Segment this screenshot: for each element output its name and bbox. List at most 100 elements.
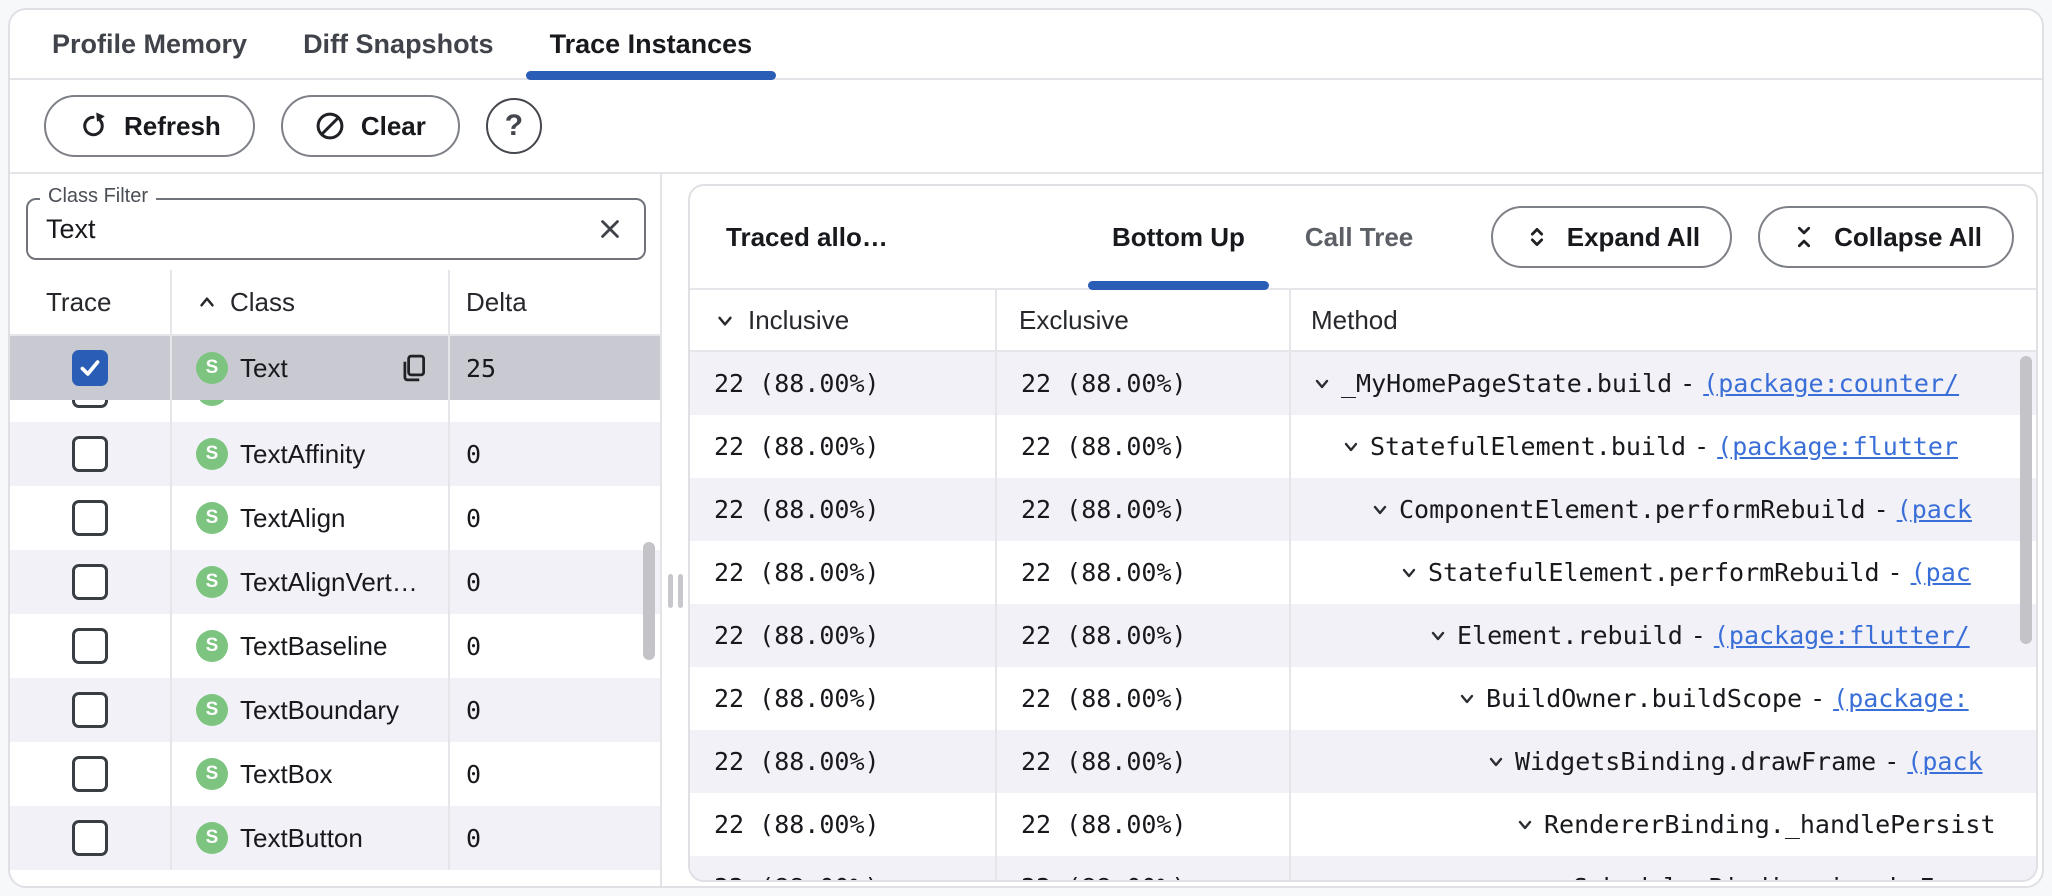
tree-row[interactable]: 22 (88.00%) 22 (88.00%) Element.rebuild …	[690, 604, 2036, 667]
sort-ascending-icon	[196, 291, 218, 313]
refresh-button-label: Refresh	[124, 111, 221, 142]
tab-call-tree[interactable]: Call Tree	[1275, 186, 1443, 288]
splitter-drag-handle[interactable]	[668, 574, 683, 608]
devtools-memory-window: Profile Memory Diff Snapshots Trace Inst…	[8, 8, 2044, 888]
expander-chevron-icon[interactable]	[1514, 814, 1536, 836]
help-button[interactable]: ?	[486, 98, 542, 154]
left-panel-scrollbar-thumb[interactable]	[643, 542, 655, 660]
block-icon	[315, 111, 345, 141]
package-link[interactable]: (package:counter/	[1703, 369, 1959, 398]
method-name: WidgetsBinding.drawFrame	[1515, 747, 1876, 776]
package-link[interactable]: (package:flutter	[1717, 432, 1958, 461]
column-header-trace[interactable]: Trace	[10, 270, 170, 334]
package-link[interactable]: (package:	[1833, 684, 1968, 713]
expander-chevron-icon[interactable]	[1311, 373, 1333, 395]
package-link[interactable]: (pack	[1907, 747, 1982, 776]
trace-cell	[10, 422, 170, 486]
method-cell: Element.rebuild - (package:flutter/	[1289, 604, 2036, 667]
question-mark-icon: ?	[505, 109, 523, 143]
trace-checkbox[interactable]	[72, 436, 108, 472]
tree-row[interactable]: 22 (88.00%) 22 (88.00%) StatefulElement.…	[690, 541, 2036, 604]
trace-checkbox[interactable]	[72, 692, 108, 728]
collapse-all-button[interactable]: Collapse All	[1758, 206, 2014, 268]
trace-checkbox[interactable]	[72, 564, 108, 600]
tree-row[interactable]: 22 (88.00%) 22 (88.00%) _MyHomePageState…	[690, 352, 2036, 415]
class-name: TextButton	[240, 823, 363, 854]
class-name: TextAlign	[240, 503, 346, 534]
inclusive-cell: 22 (88.00%)	[690, 856, 995, 882]
trace-cell	[10, 742, 170, 806]
refresh-icon	[78, 111, 108, 141]
column-header-inclusive[interactable]: Inclusive	[690, 290, 995, 350]
class-filter-field[interactable]: Class Filter Text	[26, 198, 646, 260]
column-header-exclusive[interactable]: Exclusive	[995, 290, 1289, 350]
tree-table-header: Inclusive Exclusive Method	[690, 290, 2036, 352]
column-header-delta[interactable]: Delta	[450, 270, 660, 334]
column-header-method[interactable]: Method	[1289, 290, 2036, 350]
method-cell: StatefulElement.build - (package:flutter	[1289, 415, 2036, 478]
tab-bottom-up-label: Bottom Up	[1112, 222, 1245, 253]
class-row-text-pinned[interactable]: S Text 25	[10, 336, 660, 400]
class-name: SelectableText	[240, 400, 409, 406]
tree-row[interactable]: 22 (88.00%) 22 (88.00%) StatefulElement.…	[690, 415, 2036, 478]
class-kind-badge: S	[196, 630, 228, 662]
refresh-button[interactable]: Refresh	[44, 95, 255, 157]
trace-body: Class Filter Text Trace	[10, 174, 2042, 886]
inclusive-cell: 22 (88.00%)	[690, 541, 995, 604]
tab-bottom-up[interactable]: Bottom Up	[1082, 186, 1275, 288]
trace-checkbox[interactable]	[72, 400, 108, 408]
class-filter-value[interactable]: Text	[46, 214, 594, 245]
tree-row[interactable]: 22 (88.00%) 22 (88.00%) WidgetsBinding.d…	[690, 730, 2036, 793]
delta-cell: 0	[450, 806, 660, 870]
class-kind-badge: S	[196, 694, 228, 726]
trace-checkbox[interactable]	[72, 500, 108, 536]
tree-row[interactable]: 22 (88.00%) 22 (88.00%) BuildOwner.build…	[690, 667, 2036, 730]
class-kind-badge: S	[196, 566, 228, 598]
tab-trace-instances[interactable]: Trace Instances	[522, 10, 781, 78]
trace-cell	[10, 806, 170, 870]
class-cell: S TextButton	[170, 806, 450, 870]
package-link[interactable]: (pac	[1911, 558, 1971, 587]
clear-button[interactable]: Clear	[281, 95, 460, 157]
delta-cell: 0	[450, 678, 660, 742]
expand-all-button[interactable]: Expand All	[1491, 206, 1732, 268]
package-link[interactable]: (package:flutter/	[1714, 621, 1970, 650]
tree-row[interactable]: 22 (88.00%) 22 (88.00%) RendererBinding.…	[690, 793, 2036, 856]
tab-profile-memory-label: Profile Memory	[52, 29, 247, 60]
method-cell: WidgetsBinding.drawFrame - (pack	[1289, 730, 2036, 793]
class-row-textbutton[interactable]: S TextButton 0	[10, 806, 660, 870]
trace-checkbox[interactable]	[72, 628, 108, 664]
expander-chevron-icon[interactable]	[1340, 436, 1362, 458]
tree-row[interactable]: 22 (88.00%) 22 (88.00%) SchedulerBinding…	[690, 856, 2036, 882]
trace-checkbox[interactable]	[72, 756, 108, 792]
class-row-selectabletext[interactable]: S SelectableText	[10, 400, 660, 422]
copy-icon[interactable]	[398, 353, 428, 383]
tab-diff-snapshots[interactable]: Diff Snapshots	[275, 10, 522, 78]
expander-chevron-icon[interactable]	[1485, 751, 1507, 773]
tree-scrollbar-thumb[interactable]	[2020, 356, 2032, 644]
traced-allocations-header: Traced allo… Bottom Up Call Tree E	[690, 186, 2036, 290]
class-row-textboundary[interactable]: S TextBoundary 0	[10, 678, 660, 742]
tree-row[interactable]: 22 (88.00%) 22 (88.00%) ComponentElement…	[690, 478, 2036, 541]
class-row-textalign[interactable]: S TextAlign 0	[10, 486, 660, 550]
column-header-class[interactable]: Class	[170, 270, 450, 334]
expander-chevron-icon[interactable]	[1427, 625, 1449, 647]
tab-profile-memory[interactable]: Profile Memory	[24, 10, 275, 78]
expander-chevron-icon[interactable]	[1456, 688, 1478, 710]
class-row-textaffinity[interactable]: S TextAffinity 0	[10, 422, 660, 486]
class-kind-badge: S	[196, 758, 228, 790]
column-header-inclusive-label: Inclusive	[748, 305, 849, 336]
expander-chevron-icon[interactable]	[1543, 877, 1565, 883]
expander-chevron-icon[interactable]	[1369, 499, 1391, 521]
clear-filter-icon[interactable]	[594, 213, 626, 245]
class-cell: S TextAlign	[170, 486, 450, 550]
class-row-textalignvertical[interactable]: S TextAlignVert… 0	[10, 550, 660, 614]
trace-checkbox-checked[interactable]	[72, 350, 108, 386]
expander-chevron-icon[interactable]	[1398, 562, 1420, 584]
package-link[interactable]: (pack	[1897, 495, 1972, 524]
class-row-textbox[interactable]: S TextBox 0	[10, 742, 660, 806]
trace-checkbox[interactable]	[72, 820, 108, 856]
class-row-textbaseline[interactable]: S TextBaseline 0	[10, 614, 660, 678]
class-kind-badge: S	[196, 822, 228, 854]
class-name: TextBaseline	[240, 631, 387, 662]
